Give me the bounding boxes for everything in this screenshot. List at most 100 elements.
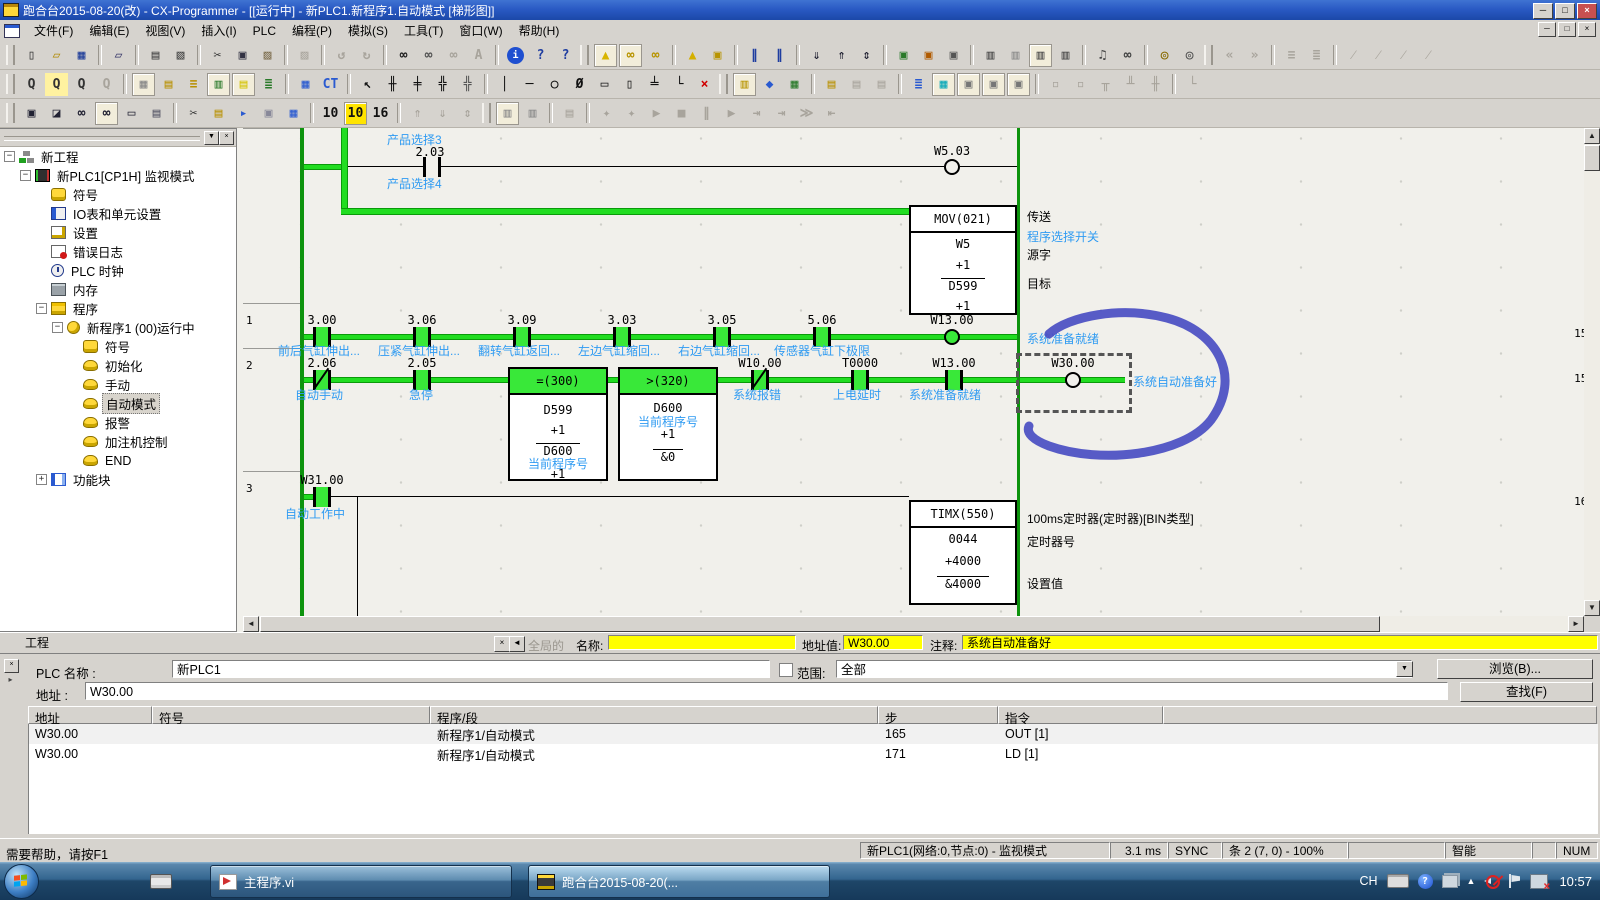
vertical-scrollbar[interactable]: ▲ ▼ — [1584, 128, 1600, 616]
column-header[interactable]: 指令 — [998, 706, 1163, 724]
ddi-grid-icon[interactable]: ▦ — [282, 102, 305, 125]
start-button[interactable] — [4, 864, 39, 899]
symbolbar-close-icon[interactable]: × — [494, 636, 510, 652]
local-symbols-icon[interactable]: ▤ — [207, 102, 230, 125]
tree-item-报警[interactable]: 报警 — [0, 413, 236, 432]
mdi-close-button[interactable]: × — [1578, 22, 1596, 37]
transfer-io-icon[interactable]: ▣ — [942, 44, 965, 67]
about-icon[interactable]: i — [507, 47, 524, 64]
wire-comment-icon[interactable]: ▤ — [157, 73, 180, 96]
tree-drag-handle[interactable] — [4, 136, 200, 141]
tree-item-END[interactable]: END — [0, 451, 236, 470]
ime-keyboard-icon[interactable] — [1387, 874, 1409, 888]
contact-2-03[interactable] — [423, 157, 441, 177]
minus-box-icon[interactable]: − — [20, 170, 31, 181]
menu-edit[interactable]: 编辑(E) — [81, 20, 137, 41]
help-icon[interactable]: ? — [529, 44, 552, 67]
timx-instruction-block[interactable]: TIMX(550) 0044 +4000 &4000 — [909, 500, 1017, 605]
rack1-icon[interactable]: ▥ — [979, 44, 1002, 67]
nc-contact-icon[interactable]: ╪ — [406, 73, 429, 96]
language-indicator[interactable]: CH — [1359, 874, 1377, 888]
save-icon[interactable]: ▦ — [70, 44, 93, 67]
horizontal-scroll-thumb[interactable] — [260, 616, 1380, 632]
muted-speaker-icon[interactable] — [1484, 874, 1500, 888]
toolbar-grip[interactable] — [6, 74, 15, 94]
mdi-minimize-button[interactable]: ─ — [1538, 22, 1556, 37]
work-symbol-icon[interactable]: ♫ — [1091, 44, 1114, 67]
cut-icon[interactable]: ✂ — [206, 44, 229, 67]
tree-item-加注机控制[interactable]: 加注机控制 — [0, 432, 236, 451]
tree-item-初始化[interactable]: 初始化 — [0, 356, 236, 375]
menu-view[interactable]: 视图(V) — [137, 20, 193, 41]
tree-item-设置[interactable]: 设置 — [0, 223, 236, 242]
select-mode-icon[interactable]: ↖ — [356, 73, 379, 96]
menu-tools[interactable]: 工具(T) — [396, 20, 451, 41]
column-header[interactable]: 符号 — [152, 706, 430, 724]
work-online-icon[interactable]: ▲ — [594, 44, 617, 67]
new-window-icon[interactable]: ◪ — [45, 102, 68, 125]
nc-coil-icon[interactable]: Ø — [568, 73, 591, 96]
project-tab[interactable]: 工程 — [8, 634, 66, 653]
symbolbar-left-icon[interactable]: ◄ — [509, 636, 525, 652]
or-contact-icon[interactable]: ╬ — [431, 73, 454, 96]
compile-icon[interactable]: ▲ — [681, 44, 704, 67]
flask2-icon[interactable]: ◎ — [1178, 44, 1201, 67]
clock[interactable]: 10:57 — [1559, 874, 1592, 889]
monitor-window-icon[interactable]: ▥ — [496, 102, 519, 125]
fb-io-icon[interactable]: ╧ — [643, 73, 666, 96]
rung-comment-icon[interactable]: ▤ — [232, 73, 255, 96]
find-button[interactable]: 查找(F) — [1460, 682, 1593, 702]
taskbar-item-cx-programmer[interactable]: 跑合台2015-08-20(... — [528, 865, 830, 898]
network-disconnected-icon[interactable] — [1530, 874, 1548, 889]
close-button[interactable]: × — [1577, 3, 1597, 19]
page2-icon[interactable]: ▣ — [982, 73, 1005, 96]
cross-reference-icon[interactable]: ∞ — [95, 102, 118, 125]
corner-icon[interactable]: └ — [668, 73, 691, 96]
instruction-box-icon[interactable]: ▭ — [593, 73, 616, 96]
show-hidden-icons[interactable]: ▲ — [1467, 876, 1476, 886]
properties-icon[interactable]: ▤ — [145, 102, 168, 125]
coil-w13-00[interactable] — [944, 329, 960, 345]
maximize-button[interactable]: □ — [1555, 3, 1575, 19]
coil-icon[interactable]: ○ — [543, 73, 566, 96]
zoom-in-icon[interactable]: Q — [70, 73, 93, 96]
column-header[interactable]: 步 — [878, 706, 998, 724]
page1-icon[interactable]: ▣ — [957, 73, 980, 96]
rack4-icon[interactable]: ▥ — [1054, 44, 1077, 67]
range-select[interactable]: 全部 — [836, 660, 1412, 678]
online-edit-icon[interactable]: ▣ — [706, 44, 729, 67]
minus-box-icon[interactable]: − — [52, 322, 63, 333]
open-icon[interactable]: ▱ — [45, 44, 68, 67]
monitor-sampling-icon[interactable]: ∞ — [644, 44, 667, 67]
tree-item-符号[interactable]: 符号 — [0, 185, 236, 204]
hex-16-icon[interactable]: 16 — [369, 102, 392, 125]
watch-window-icon[interactable]: ▦ — [932, 73, 955, 96]
comment-field[interactable]: 系统自动准备好 — [962, 635, 1598, 650]
tree-item-自动模式[interactable]: 自动模式 — [0, 394, 236, 413]
section-cut-icon[interactable]: ✂ — [182, 102, 205, 125]
monitor-window2-icon[interactable]: ▥ — [521, 102, 544, 125]
vertical-scroll-thumb[interactable] — [1584, 145, 1600, 171]
panel-close-icon[interactable]: × — [4, 659, 19, 673]
browse-button[interactable]: 浏览(B)... — [1437, 659, 1593, 679]
tree-item-新程序1 (00)运行中[interactable]: −新程序1 (00)运行中 — [0, 318, 236, 337]
find-window-icon[interactable]: ∞ — [70, 102, 93, 125]
download-icon[interactable]: ⇓ — [805, 44, 828, 67]
ct-icon[interactable]: CT — [319, 73, 342, 96]
minus-box-icon[interactable]: − — [4, 151, 15, 162]
tree-item-符号[interactable]: 符号 — [0, 337, 236, 356]
mdi-restore-button[interactable]: □ — [1558, 22, 1576, 37]
contact-w31-00[interactable] — [313, 487, 331, 507]
tree-item-IO表和单元设置[interactable]: IO表和单元设置 — [0, 204, 236, 223]
watch-glasses-icon[interactable]: ∞ — [1116, 44, 1139, 67]
scroll-up-icon[interactable]: ▲ — [1584, 128, 1600, 144]
quick-launch-keyboard-button[interactable] — [146, 870, 176, 892]
tree-item-内存[interactable]: 内存 — [0, 280, 236, 299]
scroll-left-icon[interactable]: ◄ — [243, 616, 259, 632]
menu-file[interactable]: 文件(F) — [26, 20, 81, 41]
rack3-icon[interactable]: ▥ — [1029, 44, 1052, 67]
column-header[interactable]: 程序/段 — [430, 706, 878, 724]
vertical-line-icon[interactable]: │ — [493, 73, 516, 96]
plc-monitor-icon[interactable]: ▥ — [733, 73, 756, 96]
context-help-icon[interactable]: ? — [554, 44, 577, 67]
